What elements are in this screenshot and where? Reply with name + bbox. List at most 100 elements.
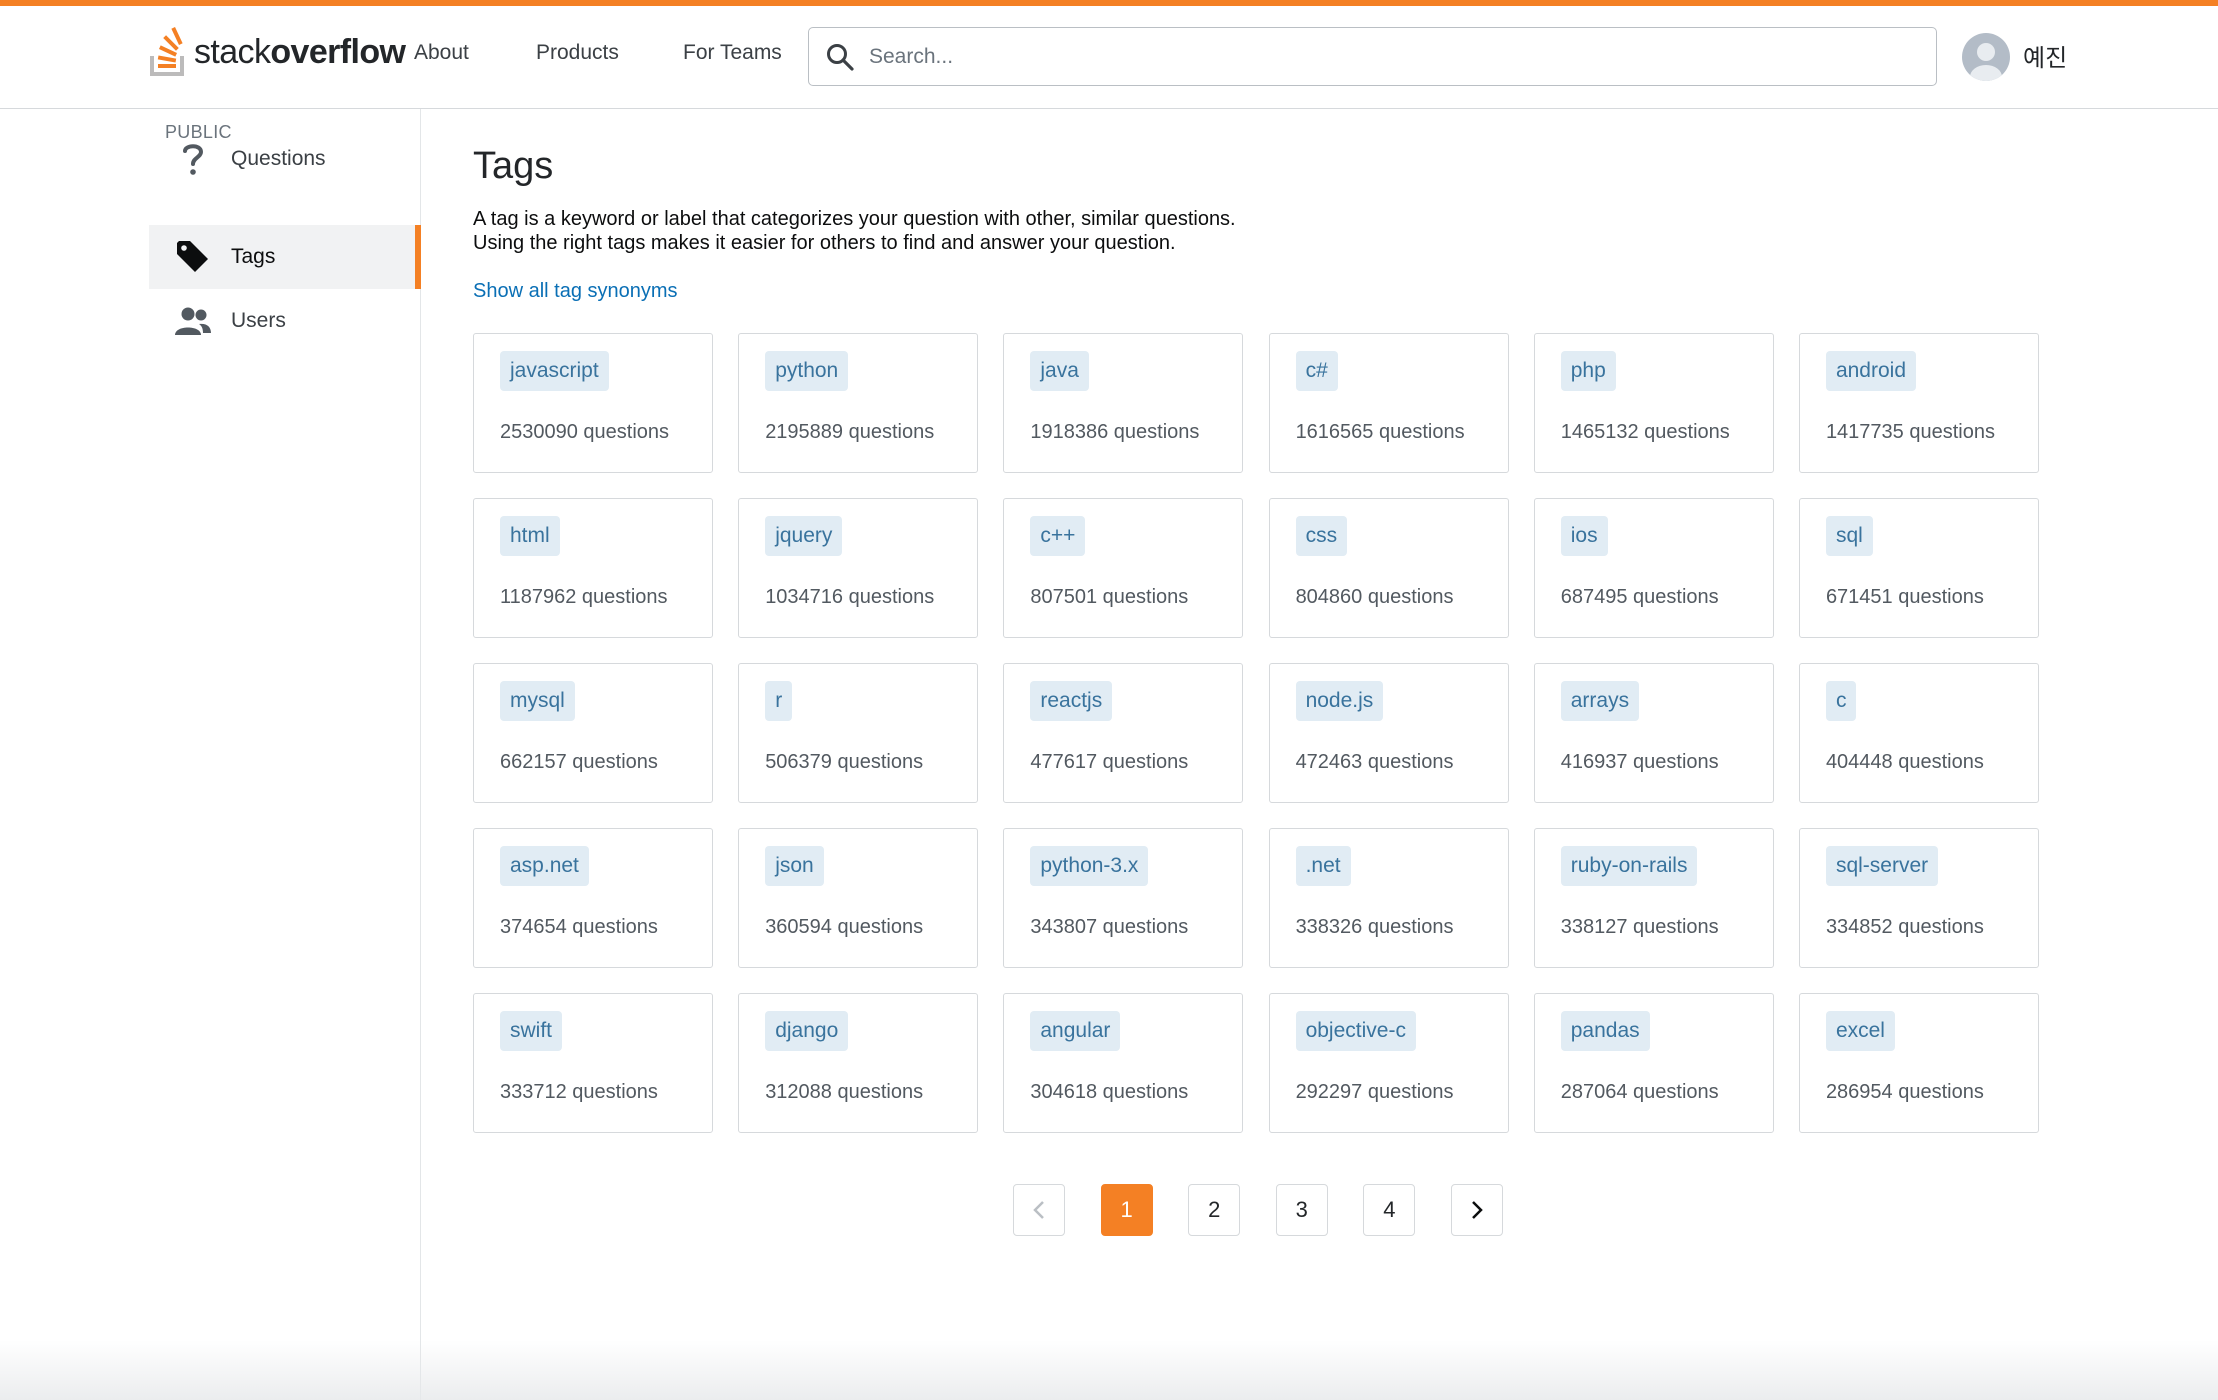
- tag-card: reactjs 477617 questions: [1003, 663, 1244, 803]
- tag-badge[interactable]: java: [1030, 351, 1089, 391]
- tag-question-count: 1034716 questions: [765, 586, 935, 608]
- tag-question-count: 472463 questions: [1295, 751, 1454, 773]
- page-4-button[interactable]: 4: [1363, 1184, 1416, 1236]
- search-input[interactable]: [869, 44, 1869, 69]
- tag-card: swift 333712 questions: [473, 993, 713, 1133]
- tag-badge[interactable]: .net: [1295, 846, 1351, 886]
- tag-card: ruby-on-rails 338127 questions: [1533, 828, 1774, 968]
- logo-wordmark: stackoverflow: [194, 32, 406, 71]
- tag-badge[interactable]: php: [1560, 351, 1616, 391]
- tag-badge[interactable]: css: [1295, 516, 1348, 556]
- tag-question-count: 338326 questions: [1295, 916, 1454, 938]
- users-icon: [173, 301, 213, 341]
- tag-badge[interactable]: sql: [1825, 516, 1873, 556]
- tag-badge[interactable]: node.js: [1295, 681, 1384, 721]
- tag-question-count: 1187962 questions: [500, 586, 668, 608]
- tag-card: mysql 662157 questions: [473, 663, 713, 803]
- tag-question-count: 304618 questions: [1030, 1081, 1189, 1103]
- tag-question-count: 1465132 questions: [1560, 421, 1730, 443]
- sidebar-item-users[interactable]: Users: [149, 289, 421, 353]
- tag-badge[interactable]: python-3.x: [1030, 846, 1149, 886]
- page-3-button[interactable]: 3: [1275, 1184, 1328, 1236]
- tag-badge[interactable]: python: [765, 351, 849, 391]
- tag-card: asp.net 374654 questions: [473, 828, 713, 968]
- tag-badge[interactable]: pandas: [1560, 1011, 1650, 1051]
- tag-card: javascript 2530090 questions: [473, 333, 713, 473]
- tag-question-count: 2530090 questions: [500, 421, 670, 443]
- tag-badge[interactable]: django: [765, 1011, 849, 1051]
- stackoverflow-logo[interactable]: stackoverflow: [148, 24, 406, 80]
- tag-badge[interactable]: json: [765, 846, 824, 886]
- nav-for-teams[interactable]: For Teams: [683, 41, 782, 65]
- tag-badge[interactable]: ios: [1560, 516, 1608, 556]
- tag-badge[interactable]: sql-server: [1825, 846, 1939, 886]
- sidebar-item-label: Questions: [231, 147, 326, 170]
- avatar[interactable]: [1962, 33, 2010, 81]
- tag-card: c# 1616565 questions: [1268, 333, 1509, 473]
- tag-card: php 1465132 questions: [1533, 333, 1774, 473]
- page-title: Tags: [473, 145, 554, 187]
- search-icon: [827, 43, 854, 71]
- next-page-button[interactable]: [1450, 1184, 1503, 1236]
- tag-badge[interactable]: objective-c: [1295, 1011, 1416, 1051]
- tag-badge[interactable]: mysql: [500, 681, 575, 721]
- sidebar-item-tags[interactable]: Tags: [149, 225, 421, 289]
- tag-card: python-3.x 343807 questions: [1003, 828, 1244, 968]
- tag-question-count: 287064 questions: [1560, 1081, 1719, 1103]
- tag-badge[interactable]: html: [500, 516, 560, 556]
- prev-page-button[interactable]: [1013, 1184, 1065, 1236]
- tag-badge[interactable]: r: [765, 681, 793, 721]
- tag-question-count: 334852 questions: [1825, 916, 1984, 938]
- tag-card: node.js 472463 questions: [1268, 663, 1509, 803]
- sidebar-item-questions[interactable]: Questions: [149, 127, 421, 191]
- nav-products[interactable]: Products: [536, 41, 619, 65]
- description-line-1: A tag is a keyword or label that categor…: [473, 208, 1236, 230]
- tag-card: c 404448 questions: [1798, 663, 2039, 803]
- stackoverflow-logo-icon: [150, 26, 184, 76]
- tag-question-count: 286954 questions: [1825, 1081, 1984, 1103]
- tag-question-count: 312088 questions: [765, 1081, 924, 1103]
- page-2-button[interactable]: 2: [1188, 1184, 1241, 1236]
- tag-card: arrays 416937 questions: [1533, 663, 1774, 803]
- tag-question-count: 374654 questions: [500, 916, 658, 938]
- tag-badge[interactable]: c++: [1030, 516, 1086, 556]
- tag-card: django 312088 questions: [738, 993, 979, 1133]
- tag-badge[interactable]: ruby-on-rails: [1560, 846, 1698, 886]
- tag-badge[interactable]: asp.net: [500, 846, 589, 886]
- sidebar-item-label: Users: [231, 309, 286, 332]
- tag-badge[interactable]: angular: [1030, 1011, 1121, 1051]
- tag-badge[interactable]: jquery: [765, 516, 843, 556]
- tag-badge[interactable]: excel: [1825, 1011, 1895, 1051]
- chevron-right-icon: [1472, 1201, 1483, 1219]
- tag-question-count: 477617 questions: [1030, 751, 1189, 773]
- left-sidebar: PUBLIC Questions Tags Users: [0, 109, 421, 1400]
- nav-about[interactable]: About: [414, 41, 469, 65]
- tag-question-count: 804860 questions: [1295, 586, 1454, 608]
- top-bar: stackoverflow About Products For Teams 예…: [0, 6, 2218, 109]
- tag-question-count: 343807 questions: [1030, 916, 1189, 938]
- sidebar-item-label: Tags: [231, 245, 276, 268]
- tag-card: r 506379 questions: [738, 663, 979, 803]
- tag-question-count: 360594 questions: [765, 916, 924, 938]
- tag-badge[interactable]: android: [1825, 351, 1916, 391]
- show-tag-synonyms-link[interactable]: Show all tag synonyms: [473, 280, 678, 303]
- tag-card: pandas 287064 questions: [1533, 993, 1774, 1133]
- search-bar[interactable]: [808, 27, 1937, 86]
- tag-question-count: 687495 questions: [1560, 586, 1719, 608]
- username[interactable]: 예진: [2023, 38, 2067, 73]
- tag-badge[interactable]: javascript: [500, 351, 609, 391]
- tag-badge[interactable]: reactjs: [1030, 681, 1113, 721]
- tag-question-count: 1616565 questions: [1295, 421, 1465, 443]
- tag-badge[interactable]: swift: [500, 1011, 562, 1051]
- tag-badge[interactable]: c#: [1295, 351, 1338, 391]
- tag-question-count: 404448 questions: [1825, 751, 1984, 773]
- tag-question-count: 1417735 questions: [1825, 421, 1995, 443]
- page-1-button[interactable]: 1: [1100, 1184, 1153, 1236]
- tag-badge[interactable]: arrays: [1560, 681, 1640, 721]
- tag-card: ios 687495 questions: [1533, 498, 1774, 638]
- question-icon: [173, 139, 213, 179]
- tag-card: sql 671451 questions: [1798, 498, 2039, 638]
- user-avatar-icon: [1970, 43, 2002, 81]
- tag-badge[interactable]: c: [1825, 681, 1857, 721]
- tag-question-count: 333712 questions: [500, 1081, 658, 1103]
